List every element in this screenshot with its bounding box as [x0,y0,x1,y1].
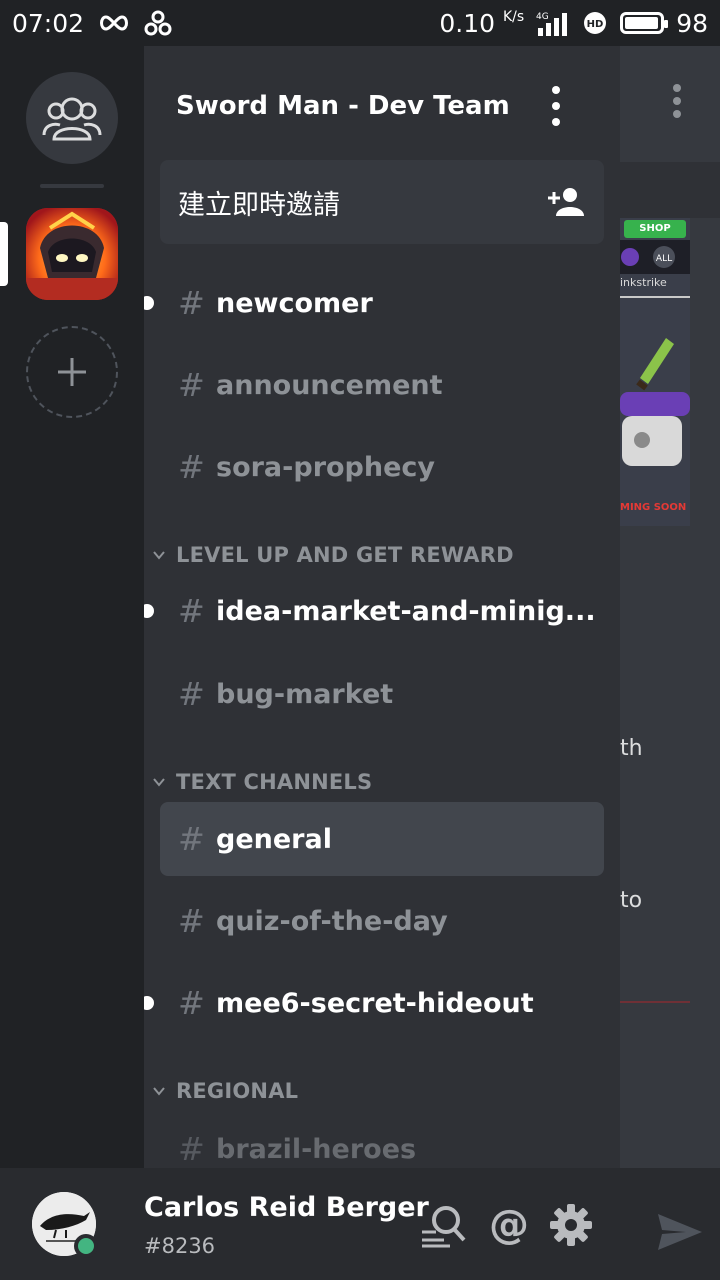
svg-text:@: @ [489,1202,529,1248]
hash-icon: # [178,675,205,713]
channel-name: idea-market-and-minig... [216,595,596,627]
category-regional[interactable]: REGIONAL [152,1076,298,1106]
channel-name: general [216,823,332,855]
sword-man-logo-icon [26,208,118,300]
unread-indicator [144,604,154,618]
category-level-up[interactable]: LEVEL UP AND GET REWARD [152,540,514,570]
settings-gear-icon[interactable] [548,1202,594,1248]
svg-text:4G: 4G [536,12,549,22]
mentions-icon[interactable]: @ [486,1202,532,1248]
channel-general[interactable]: # general [160,802,604,876]
image-tab-strip: ALL [620,240,690,274]
hash-icon: # [178,448,205,486]
chat-panel-background: SHOP ALL inkstrike MING SOON th to [620,46,720,1168]
channel-drawer: Sword Man - Dev Team 建立即時邀請 # newcomer #… [144,46,620,1168]
category-label: REGIONAL [176,1079,299,1103]
search-icon[interactable] [420,1202,466,1248]
server-icon-sword-man[interactable] [26,208,118,300]
svg-text:ALL: ALL [656,254,672,264]
new-messages-divider [620,1001,690,1003]
channel-name: sora-prophecy [216,451,436,483]
chevron-down-icon [153,778,165,787]
channel-idea-market[interactable]: # idea-market-and-minig... [144,574,604,648]
item-lock-icon [620,392,690,466]
unread-indicator [144,296,154,310]
channel-bug-market[interactable]: # bug-market [160,657,604,731]
infinity-icon [100,15,129,31]
hash-icon: # [178,284,205,322]
friends-icon [42,97,102,141]
rail-divider [40,184,104,188]
channel-name: mee6-secret-hideout [216,987,534,1019]
plus-icon [58,358,86,386]
battery-level: 98 [676,8,708,38]
server-header[interactable]: Sword Man - Dev Team [176,84,600,128]
chevron-down-icon [153,1087,165,1096]
add-server-button[interactable] [26,326,118,418]
status-bar: 07:02 0.10 K/s 4G HD 98 [0,0,720,46]
channel-name: quiz-of-the-day [216,905,448,937]
category-text-channels[interactable]: TEXT CHANNELS [152,767,372,797]
server-rail [0,46,144,1168]
hash-icon: # [178,592,205,630]
user-discriminator: #8236 [144,1234,216,1258]
image-caption-coming-soon: MING SOON [620,502,687,513]
battery-icon [620,12,669,34]
category-label: TEXT CHANNELS [176,770,373,794]
chat-image-attachment[interactable]: SHOP ALL inkstrike MING SOON [620,218,690,526]
channel-announcement[interactable]: # announcement [160,348,604,422]
status-time: 07:02 [12,8,85,38]
channel-quiz-of-the-day[interactable]: # quiz-of-the-day [160,884,604,958]
create-invite-label: 建立即時邀請 [178,189,340,221]
server-menu-icon[interactable] [550,86,562,126]
hash-icon: # [178,984,205,1022]
channel-mee6-secret-hideout[interactable]: # mee6-secret-hideout [144,966,604,1040]
unread-indicator [144,996,154,1010]
online-status-indicator [74,1234,98,1258]
chat-text-fragment: to [620,888,643,913]
chevron-down-icon [153,551,165,560]
send-icon[interactable] [656,1212,704,1252]
user-panel: Carlos Reid Berger #8236 @ [0,1168,720,1280]
add-person-icon [548,188,584,216]
channel-name: announcement [216,369,443,401]
channel-sora-prophecy[interactable]: # sora-prophecy [160,430,604,504]
hash-icon: # [178,366,205,404]
chat-text-fragment: th [620,736,643,761]
channel-newcomer[interactable]: # newcomer [144,266,604,340]
hd-icon: HD [584,12,607,34]
create-invite-button[interactable]: 建立即時邀請 [160,160,604,244]
hash-icon: # [178,902,205,940]
hash-icon: # [178,1130,205,1168]
chat-more-icon[interactable] [672,84,682,118]
direct-messages-button[interactable] [26,72,118,164]
link-icon [144,10,172,36]
channel-name: bug-market [216,678,394,710]
signal-icon: 4G [536,12,568,36]
category-label: LEVEL UP AND GET REWARD [176,543,514,567]
network-speed: 0.10 K/s [439,8,525,38]
selected-server-indicator [0,222,8,286]
svg-text:HD: HD [587,19,604,30]
username: Carlos Reid Berger [144,1192,429,1223]
chat-header-strip [620,162,720,218]
server-name: Sword Man - Dev Team [176,91,510,121]
shop-label: SHOP [624,220,686,238]
image-caption-inkstrike: inkstrike [620,276,667,289]
hash-icon: # [178,820,205,858]
channel-name: brazil-heroes [216,1133,417,1165]
channel-name: newcomer [216,287,373,319]
channel-brazil-heroes[interactable]: # brazil-heroes [160,1112,604,1168]
